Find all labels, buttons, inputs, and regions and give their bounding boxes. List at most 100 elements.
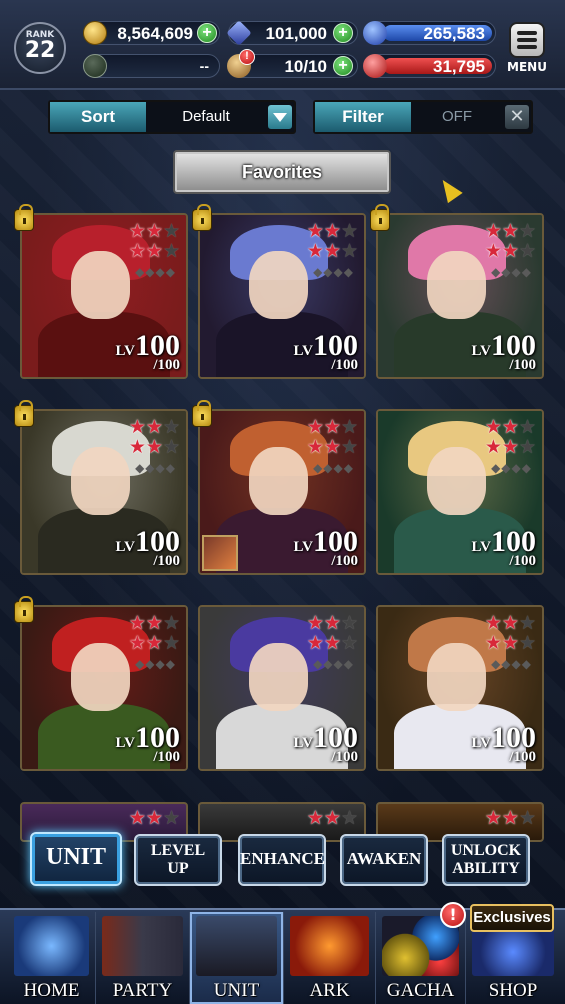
filter-label: Filter <box>315 102 411 132</box>
lock-icon[interactable] <box>14 596 34 623</box>
tab-party[interactable]: PARTY <box>96 912 190 1004</box>
star-rating: ★★★ ★★★ <box>484 416 536 458</box>
blue-orb-value: 265,583 <box>423 24 485 43</box>
unit-card[interactable]: ★★★ ★★★ ◆◆◆◆ LV100/100 <box>20 213 188 379</box>
unit-card[interactable]: ★★★ ★★★ ◆◆◆◆ LV100/100 <box>376 213 544 379</box>
blue-orb-icon <box>363 21 387 45</box>
unlock-ability-button[interactable]: UNLOCK ABILITY <box>442 834 530 886</box>
red-orb-counter: 31,795 <box>363 54 496 78</box>
unit-level: LV100/100 <box>472 721 536 766</box>
star-rating: ★★★ ★★★ <box>484 612 536 654</box>
tab-ark[interactable]: ARK <box>284 912 376 1004</box>
stamina-alert-icon: ! <box>239 49 255 65</box>
awaken-gems-icon: ◆◆◆◆ <box>135 657 176 671</box>
exclusives-badge[interactable]: Exclusives <box>470 904 554 932</box>
stamina-value: 10/10 <box>284 57 327 76</box>
sub-unit-thumbnail <box>202 535 238 571</box>
awaken-gems-icon: ◆◆◆◆ <box>313 461 354 475</box>
ark-phoenix-icon <box>290 916 369 976</box>
tab-ark-label: ARK <box>309 980 350 1001</box>
unit-list-button[interactable]: UNIT <box>30 832 122 886</box>
sort-label: Sort <box>50 102 146 132</box>
menu-label: MENU <box>507 60 547 74</box>
awaken-button[interactable]: AWAKEN <box>340 834 428 886</box>
awaken-gems-icon: ◆◆◆◆ <box>491 657 532 671</box>
tab-gacha-label: GACHA <box>386 980 455 1001</box>
enhance-button[interactable]: ENHANCE <box>238 834 326 886</box>
red-orb-value: 31,795 <box>433 57 485 76</box>
awaken-gems-icon: ◆◆◆◆ <box>491 461 532 475</box>
level-prefix: LV <box>471 539 491 555</box>
gold-counter: 8,564,609 + <box>83 21 220 45</box>
awaken-gems-icon: ◆◆◆◆ <box>135 265 176 279</box>
unit-card[interactable]: ★★★ ★★★ ◆◆◆◆ LV100/100 <box>376 409 544 575</box>
star-rating: ★★★ ★★★ <box>306 220 358 262</box>
unit-card[interactable]: ★★★ ★★★ ◆◆◆◆ LV100/100 <box>198 213 366 379</box>
rank-badge[interactable]: RANK 22 <box>14 22 66 74</box>
awaken-gems-icon: ◆◆◆◆ <box>491 265 532 279</box>
tab-party-label: PARTY <box>112 980 173 1001</box>
unlock-ability-label-2: ABILITY <box>452 860 520 877</box>
star-rating: ★★★ <box>128 807 180 829</box>
unit-level: LV100/100 <box>116 721 180 766</box>
unit-card[interactable]: ★★★ ★★★ ◆◆◆◆ LV100/100 <box>20 605 188 771</box>
sort-control[interactable]: Sort Default <box>48 100 296 134</box>
level-prefix: LV <box>293 343 313 359</box>
unit-level: LV100/100 <box>294 329 358 374</box>
unit-level: LV100/100 <box>116 525 180 570</box>
lock-icon[interactable] <box>370 204 390 231</box>
unit-card[interactable]: ★★★ ★★★ ◆◆◆◆ LV100/100 <box>20 409 188 575</box>
add-stamina-button[interactable]: + <box>333 56 353 76</box>
crystal-counter: 101,000 + <box>226 20 358 46</box>
unit-card[interactable]: ★★★ ★★★ ◆◆◆◆ LV100/100 <box>376 605 544 771</box>
sort-dropdown-icon[interactable] <box>268 105 292 129</box>
red-orb-icon <box>363 54 387 78</box>
add-gold-button[interactable]: + <box>197 23 217 43</box>
unit-level: LV100/100 <box>116 329 180 374</box>
level-prefix: LV <box>115 539 135 555</box>
compass-icon <box>83 54 107 78</box>
sort-value: Default <box>182 108 230 125</box>
star-rating: ★★★ ★★★ <box>128 612 180 654</box>
level-prefix: LV <box>293 735 313 751</box>
gacha-notification-badge: ! <box>440 902 466 928</box>
tab-unit[interactable]: UNIT <box>190 912 284 1004</box>
clear-filter-icon[interactable]: ✕ <box>505 105 529 129</box>
rank-value: 22 <box>24 38 56 63</box>
level-prefix: LV <box>471 735 491 751</box>
level-prefix: LV <box>115 735 135 751</box>
unlock-ability-label-1: UNLOCK <box>450 842 522 859</box>
lock-icon[interactable] <box>192 204 212 231</box>
tab-shop-label: SHOP <box>488 980 538 1001</box>
tab-home-label: HOME <box>23 980 80 1001</box>
party-group-icon <box>102 916 183 976</box>
star-rating: ★★★ ★★★ <box>128 416 180 458</box>
favorites-button[interactable]: Favorites <box>173 150 391 194</box>
level-prefix: LV <box>293 539 313 555</box>
level-prefix: LV <box>115 343 135 359</box>
gold-value: 8,564,609 <box>117 24 193 43</box>
level-up-label-1: LEVEL <box>150 842 206 859</box>
star-rating: ★★★ ★★★ <box>306 416 358 458</box>
hamburger-icon <box>509 22 545 58</box>
crystal-icon <box>226 20 252 46</box>
stamina-counter: ! 10/10 + <box>227 49 358 78</box>
lock-icon[interactable] <box>14 400 34 427</box>
unit-card[interactable]: ★★★ ★★★ ◆◆◆◆ LV100/100 <box>198 409 366 575</box>
lock-icon[interactable] <box>192 400 212 427</box>
unit-level: LV100/100 <box>472 329 536 374</box>
level-up-button[interactable]: LEVEL UP <box>134 834 222 886</box>
resource-header: RANK 22 8,564,609 + 101,000 + 265,583 --… <box>0 0 565 90</box>
tab-unit-label: UNIT <box>213 980 260 1001</box>
unit-card[interactable]: ★★★ ★★★ ◆◆◆◆ LV100/100 <box>198 605 366 771</box>
star-rating: ★★★ ★★★ <box>306 612 358 654</box>
level-up-label-2: UP <box>167 860 189 877</box>
awaken-gems-icon: ◆◆◆◆ <box>313 657 354 671</box>
unit-knight-icon <box>196 916 277 976</box>
lock-icon[interactable] <box>14 204 34 231</box>
menu-button[interactable]: MENU <box>506 22 548 78</box>
add-crystal-button[interactable]: + <box>333 23 353 43</box>
filter-control[interactable]: Filter OFF ✕ <box>313 100 533 134</box>
gold-coin-icon <box>83 21 107 45</box>
tab-home[interactable]: HOME <box>8 912 96 1004</box>
